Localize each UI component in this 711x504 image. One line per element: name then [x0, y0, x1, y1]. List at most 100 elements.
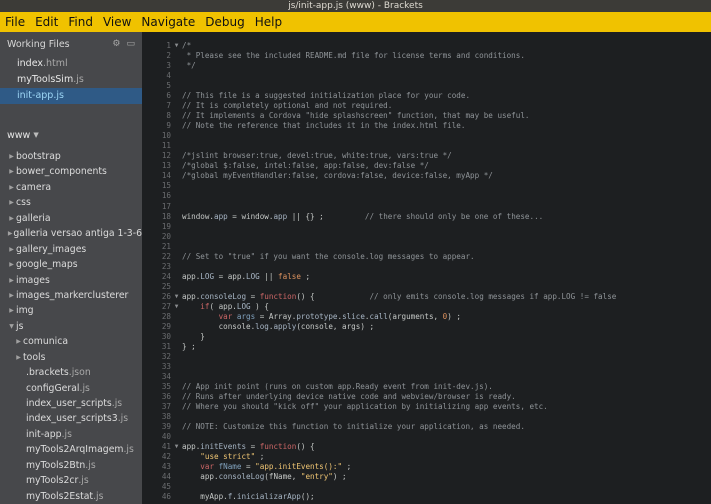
code-line: 36 // Runs after underlying device native…	[142, 392, 711, 402]
code-content: var args = Array.prototype.slice.call(ar…	[182, 312, 461, 322]
split-view-icon[interactable]: ▭	[126, 39, 135, 49]
line-number: 34	[161, 372, 171, 382]
tree-folder-item[interactable]: ▶ galleria	[0, 211, 142, 226]
code-content: } ;	[182, 342, 196, 352]
line-number: 42	[161, 452, 171, 462]
chevron-right-icon: ▶	[9, 245, 14, 253]
code-editor[interactable]: 1 ▼/* 2 * Please see the included README.m…	[142, 32, 711, 504]
code-token: consoleLog	[200, 291, 247, 301]
working-file-item[interactable]: index.html	[0, 56, 142, 72]
line-number: 41	[161, 442, 171, 452]
code-content: // This file is a suggested initializati…	[182, 91, 470, 101]
tree-item-ext: .js	[85, 459, 96, 471]
menu-find[interactable]: Find	[68, 15, 93, 29]
tree-item-name: myTools2cr	[26, 475, 79, 487]
line-number: 43	[161, 462, 171, 472]
tree-file-item[interactable]: configGeral .js	[0, 381, 142, 396]
menu-view[interactable]: View	[103, 15, 131, 29]
line-number: 3	[166, 61, 171, 71]
tree-file-item[interactable]: .brackets .json	[0, 365, 142, 380]
tree-folder-item[interactable]: ▶ images_markerclusterer	[0, 288, 142, 303]
tree-folder-item[interactable]: ▼ js	[0, 319, 142, 334]
tree-folder-item[interactable]: ▶ img	[0, 303, 142, 318]
menu-debug[interactable]: Debug	[205, 15, 244, 29]
tree-file-item[interactable]: index_user_scripts .js	[0, 396, 142, 411]
code-line: 11	[142, 141, 711, 151]
tree-folder-item[interactable]: ▶ tools	[0, 350, 142, 365]
code-line: 13 /*global $:false, intel:false, app:fal…	[142, 161, 711, 171]
code-content: window.app = window.app || {} ; // there…	[182, 212, 543, 222]
code-token: app	[214, 211, 228, 221]
line-number: 22	[161, 251, 171, 261]
code-token: app.	[182, 472, 219, 482]
code-token: slice	[342, 311, 365, 321]
line-number: 32	[161, 351, 171, 361]
chevron-right-icon: ▶	[9, 276, 14, 284]
code-token: LOG	[246, 271, 260, 281]
code-line: 44 app.consoleLog(fName, "entry") ;	[142, 472, 711, 482]
menu-help[interactable]: Help	[255, 15, 282, 29]
code-token: var	[218, 311, 233, 321]
line-number: 7	[166, 101, 171, 111]
menu-navigate[interactable]: Navigate	[141, 15, 195, 29]
code-token: () {	[296, 291, 370, 301]
code-line: 40	[142, 432, 711, 442]
code-token: =	[241, 462, 256, 472]
code-token: ) ;	[332, 472, 347, 482]
working-file-item[interactable]: init-app.js	[0, 88, 142, 104]
tree-file-item[interactable]: myTools2Btn .js	[0, 458, 142, 473]
menu-edit[interactable]: Edit	[35, 15, 58, 29]
line-number: 6	[166, 91, 171, 101]
project-dropdown[interactable]: www ▼	[0, 124, 142, 146]
line-number: 26	[161, 291, 171, 301]
code-line: 20	[142, 232, 711, 242]
menu-file[interactable]: File	[5, 15, 25, 29]
code-content: app.consoleLog(fName, "entry") ;	[182, 472, 347, 482]
tree-file-item[interactable]: myTools2ArqImagem .js	[0, 442, 142, 457]
tree-file-item[interactable]: myTools2Estat .js	[0, 489, 142, 504]
fold-arrow-icon[interactable]: ▼	[171, 292, 182, 302]
tree-folder-item[interactable]: ▶ css	[0, 195, 142, 210]
fold-arrow-icon[interactable]: ▼	[171, 302, 182, 312]
working-file-item[interactable]: myToolsSim.js	[0, 72, 142, 88]
gear-icon[interactable]: ⚙	[112, 39, 120, 49]
tree-folder-item[interactable]: ▶ bower_components	[0, 164, 142, 179]
tree-file-item[interactable]: myTools2cr .js	[0, 473, 142, 488]
working-files-title: Working Files	[7, 38, 70, 50]
tree-folder-item[interactable]: ▶ camera	[0, 180, 142, 195]
code-line: 14 /*global myEventHandler:false, cordova…	[142, 171, 711, 181]
fold-arrow-icon[interactable]: ▼	[171, 41, 182, 51]
code-line: 15	[142, 181, 711, 191]
code-line: 28 var args = Array.prototype.slice.call…	[142, 312, 711, 322]
tree-item-ext: .json	[68, 367, 91, 379]
tree-item-ext: .js	[117, 413, 129, 425]
tree-folder-item[interactable]: ▶ comunica	[0, 334, 142, 349]
code-line: 41 ▼ app.initEvents = function() {	[142, 442, 711, 452]
tree-folder-item[interactable]: ▶ images	[0, 273, 142, 288]
code-token: inicializarApp	[236, 492, 301, 502]
tree-file-item[interactable]: init-app .js	[0, 427, 142, 442]
code-token: app.	[182, 442, 201, 452]
tree-folder-item[interactable]: ▶ bootstrap	[0, 149, 142, 164]
tree-folder-item[interactable]: ▶ google_maps	[0, 257, 142, 272]
code-line: 38	[142, 412, 711, 422]
code-line: 26 ▼ app.consoleLog = function() { // only…	[142, 292, 711, 302]
fold-arrow-icon[interactable]: ▼	[171, 442, 182, 452]
tree-item-name: configGeral	[26, 382, 80, 394]
code-token: app.	[182, 271, 201, 281]
code-token: // Set to "true" if you want the console…	[182, 251, 475, 261]
tree-folder-item[interactable]: ▶ galleria versao antiga 1-3-6	[0, 226, 142, 241]
tree-file-item[interactable]: index_user_scripts3 .js	[0, 411, 142, 426]
tree-folder-item[interactable]: ▶ gallery_images	[0, 242, 142, 257]
